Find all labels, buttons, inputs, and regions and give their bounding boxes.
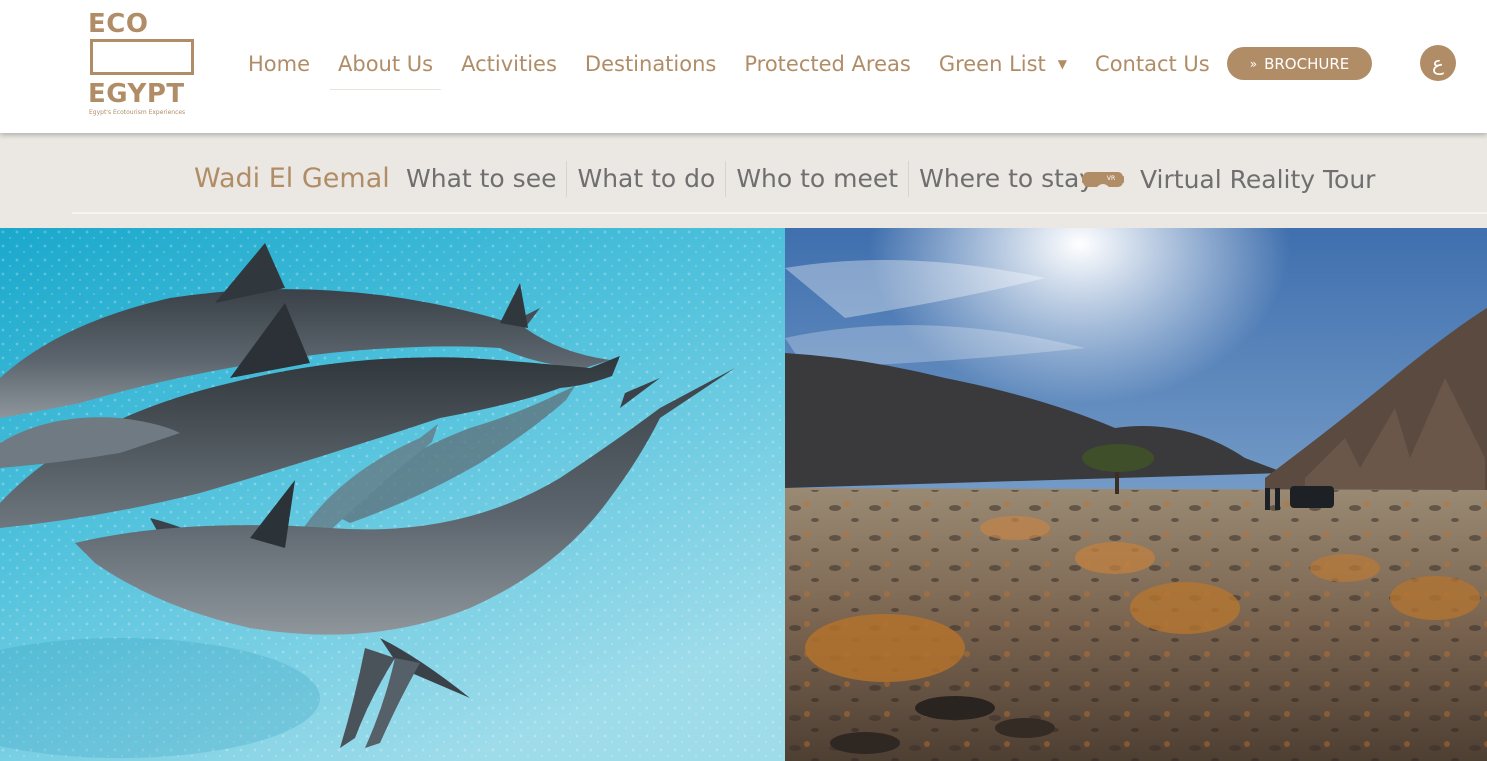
nav-about-us[interactable]: About Us bbox=[324, 40, 447, 90]
brochure-label: BROCHURE bbox=[1264, 54, 1350, 73]
subnav-what-to-do[interactable]: What to do bbox=[567, 161, 727, 197]
nav-activities-label: Activities bbox=[461, 52, 557, 76]
logo-frame bbox=[90, 39, 194, 75]
dolphins-illustration bbox=[0, 228, 785, 761]
logo-tagline: Egypt's Ecotourism Experiences bbox=[89, 109, 186, 116]
nav-contact-us-label: Contact Us bbox=[1095, 52, 1210, 76]
desert-illustration bbox=[785, 228, 1487, 761]
language-toggle-button[interactable]: ع bbox=[1420, 45, 1456, 81]
destination-title[interactable]: Wadi El Gemal bbox=[194, 161, 390, 197]
double-chevron-down-icon: » bbox=[1249, 56, 1258, 71]
destination-subnav: Wadi El Gemal What to see What to do Who… bbox=[0, 133, 1487, 228]
logo-line-eco: ECO bbox=[88, 9, 149, 39]
subnav-what-to-see[interactable]: What to see bbox=[396, 161, 568, 197]
destination-section-links: What to see What to do Who to meet Where… bbox=[396, 161, 1104, 197]
desert-wadi-landscape-photo bbox=[785, 228, 1487, 761]
nav-about-us-label: About Us bbox=[338, 52, 434, 76]
nav-contact-us[interactable]: Contact Us bbox=[1081, 40, 1224, 88]
nav-destinations-label: Destinations bbox=[584, 52, 717, 76]
nav-protected-areas[interactable]: Protected Areas bbox=[730, 40, 924, 88]
nav-activities[interactable]: Activities bbox=[447, 40, 571, 88]
logo-line-egypt: EGYPT bbox=[88, 79, 185, 109]
subnav-who-to-meet[interactable]: Who to meet bbox=[726, 161, 910, 197]
brochure-button[interactable]: » BROCHURE bbox=[1227, 47, 1372, 80]
caret-down-icon[interactable]: ▼ bbox=[1058, 57, 1067, 71]
nav-home[interactable]: Home bbox=[234, 40, 324, 88]
vr-headset-icon: VR bbox=[1082, 172, 1124, 187]
main-nav: Home About Us Activities Destinations Pr… bbox=[234, 40, 1224, 90]
vr-tour-label: Virtual Reality Tour bbox=[1140, 164, 1376, 194]
nav-destinations[interactable]: Destinations bbox=[571, 40, 730, 88]
nav-protected-areas-label: Protected Areas bbox=[744, 52, 911, 76]
site-header: ECO EGYPT Egypt's Ecotourism Experiences… bbox=[0, 0, 1487, 133]
nav-home-label: Home bbox=[248, 52, 311, 76]
subnav-divider bbox=[72, 212, 1487, 214]
vr-badge-text: VR bbox=[1107, 175, 1115, 182]
nav-green-list[interactable]: Green List ▼ bbox=[925, 40, 1081, 88]
nav-green-list-label: Green List bbox=[938, 52, 1046, 76]
subnav-where-to-stay[interactable]: Where to stay bbox=[909, 161, 1104, 197]
language-toggle-label: ع bbox=[1432, 51, 1444, 75]
subnav-virtual-reality-tour[interactable]: VR Virtual Reality Tour bbox=[1082, 161, 1375, 197]
eco-egypt-logo[interactable]: ECO EGYPT Egypt's Ecotourism Experiences bbox=[88, 10, 200, 120]
dolphins-underwater-photo bbox=[0, 228, 785, 761]
